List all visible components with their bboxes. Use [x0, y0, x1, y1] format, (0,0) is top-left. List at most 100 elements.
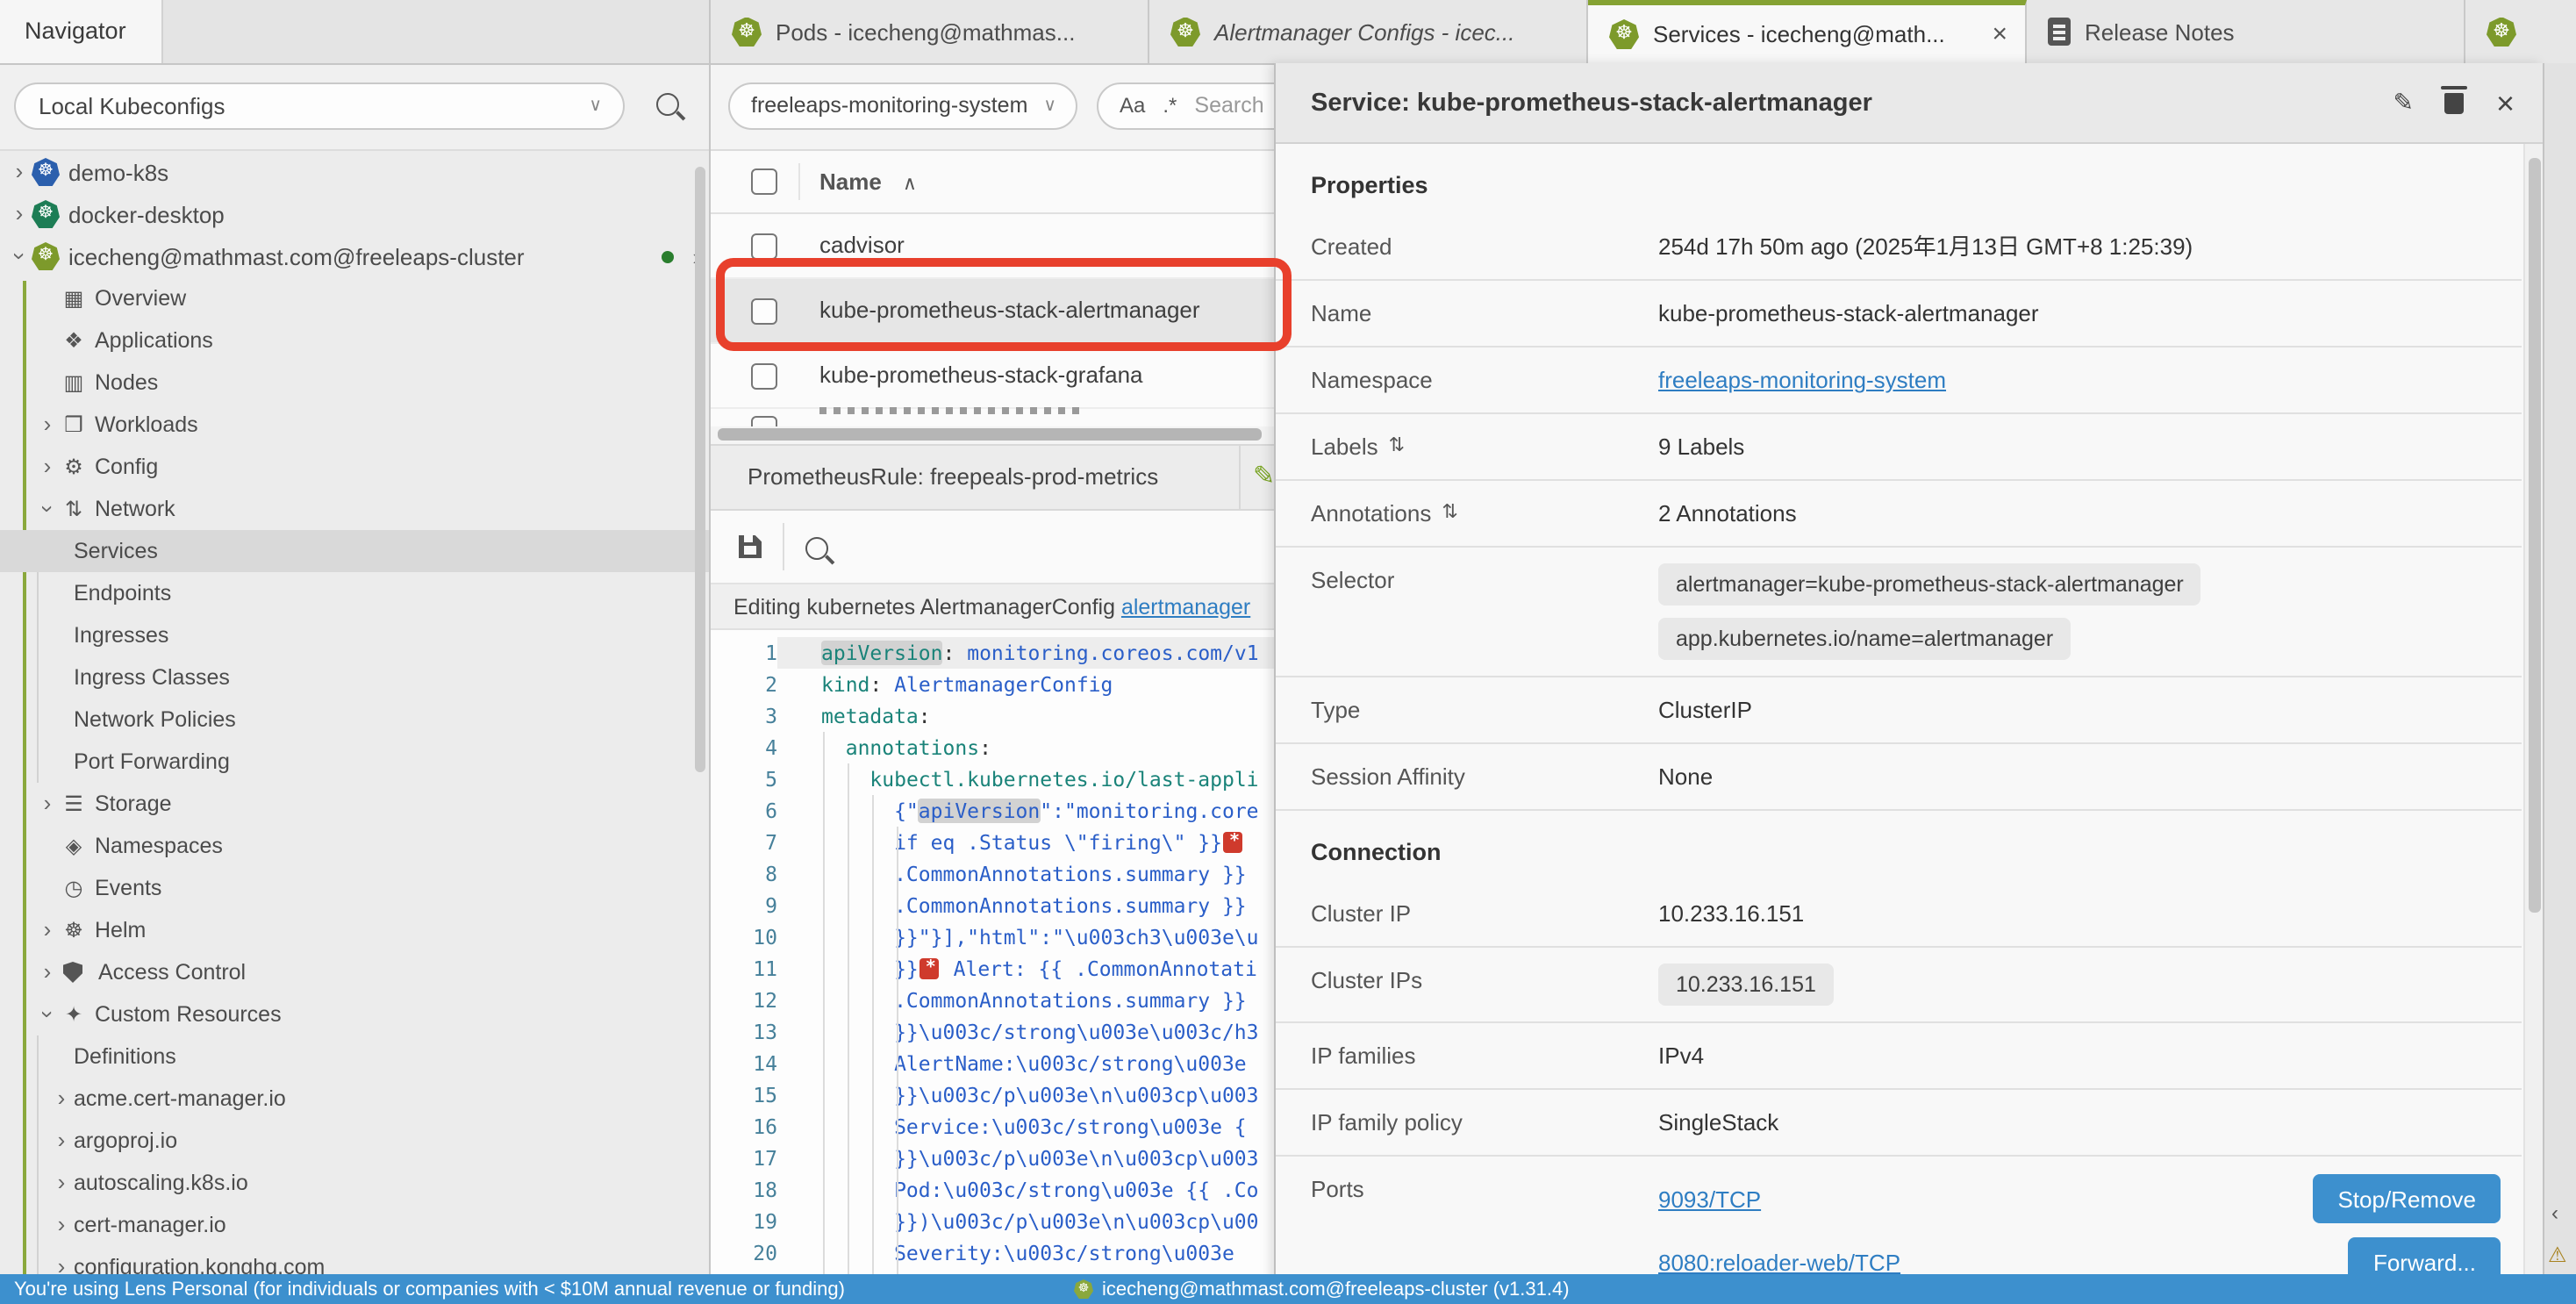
chevron-right-icon[interactable]: ›: [35, 497, 60, 521]
chevron-right-icon[interactable]: ›: [7, 244, 32, 269]
chevron-right-icon[interactable]: ›: [35, 960, 60, 985]
collapse-arrow-icon[interactable]: ‹: [2551, 1200, 2558, 1225]
sidebar-item[interactable]: › ☸ Nodes ›: [0, 362, 709, 404]
sidebar-item[interactable]: › ☸ Ingresses ›: [0, 614, 709, 656]
chevron-right-icon[interactable]: ›: [49, 1128, 74, 1153]
app-tab[interactable]: ☸ Pods - icecheng@mathmas...: [711, 0, 1149, 63]
sidebar-item[interactable]: › ☸ configuration.konghq.com ›: [0, 1246, 709, 1274]
sidebar-item-icon: [60, 284, 88, 312]
sidebar-item[interactable]: › ☸ acme.cert-manager.io ›: [0, 1078, 709, 1120]
sidebar-item-label: Ingresses: [74, 623, 168, 648]
regex-toggle[interactable]: .*: [1163, 84, 1177, 128]
line-number: 12: [711, 985, 777, 1016]
code-token: [1224, 832, 1243, 853]
detail-label: Namespace⇅: [1311, 363, 1658, 397]
sidebar-item[interactable]: › ☸ Storage ›: [0, 783, 709, 825]
sidebar-item[interactable]: › ☸ cert-manager.io ›: [0, 1204, 709, 1246]
chevron-right-icon[interactable]: ›: [35, 455, 60, 479]
sidebar-item[interactable]: › ☸ Network ›: [0, 488, 709, 530]
sidebar-item[interactable]: › ☸ Namespaces ›: [0, 825, 709, 867]
chevron-right-icon[interactable]: ›: [35, 792, 60, 816]
namespace-select[interactable]: freeleaps-monitoring-system ∨: [728, 82, 1077, 130]
code-token: }}: [821, 957, 919, 981]
edit-pencil-icon[interactable]: ✎: [2394, 88, 2414, 118]
alertmanager-config-link[interactable]: alertmanager: [1121, 595, 1250, 620]
drawer-actions: ✎ ×: [2394, 87, 2515, 118]
line-number: 19: [711, 1206, 777, 1237]
sidebar-item[interactable]: › ☸ Definitions ›: [0, 1035, 709, 1078]
sidebar-item[interactable]: › ☸ Overview ›: [0, 277, 709, 319]
sidebar-item-label: Namespaces: [95, 834, 223, 858]
match-case-toggle[interactable]: Aa: [1120, 84, 1145, 128]
navigator-tab[interactable]: Navigator: [0, 0, 163, 63]
sidebar-item-label: Config: [95, 455, 158, 479]
chevron-right-icon[interactable]: ›: [49, 1086, 74, 1111]
drawer-scrollbar-thumb[interactable]: [2529, 158, 2541, 913]
chevron-right-icon[interactable]: ›: [7, 202, 32, 226]
sidebar-item[interactable]: › ☸ Access Control ›: [0, 951, 709, 993]
chevron-right-icon[interactable]: ›: [49, 1213, 74, 1237]
code-token: Service:\u003c/strong\u003e {: [821, 1114, 1247, 1139]
chevron-right-icon[interactable]: ›: [49, 1171, 74, 1195]
sidebar-item[interactable]: › ☸ Helm ›: [0, 909, 709, 951]
tab-close-icon[interactable]: ×: [1981, 19, 2007, 49]
chevron-right-icon[interactable]: ›: [35, 918, 60, 942]
app-tab[interactable]: ☸: [2465, 0, 2576, 63]
editor-search-icon[interactable]: [805, 537, 828, 560]
sidebar-item[interactable]: › ☸ Services ›: [0, 530, 709, 572]
line-number: 2: [711, 669, 777, 700]
sidebar-item[interactable]: › ☸ icecheng@mathmast.com@freeleaps-clus…: [0, 235, 709, 277]
sidebar-item[interactable]: › ☸ Custom Resources ›: [0, 993, 709, 1035]
sidebar-item[interactable]: › ☸ docker-desktop ›: [0, 193, 709, 235]
horizontal-scrollbar-thumb[interactable]: [718, 428, 1262, 441]
sidebar-item-icon: [60, 832, 88, 860]
chevron-right-icon[interactable]: ›: [7, 160, 32, 184]
detail-value: 10.233.16.151: [1658, 964, 2501, 1006]
row-checkbox[interactable]: [751, 363, 777, 390]
sort-arrows-icon[interactable]: ⇅: [1442, 497, 1457, 530]
sidebar-item[interactable]: › ☸ Config ›: [0, 446, 709, 488]
code-token: [821, 767, 869, 792]
delete-trash-icon[interactable]: [2445, 92, 2465, 113]
app-tab[interactable]: ☸ Release Notes: [2027, 0, 2465, 63]
sidebar-item[interactable]: › ☸ Events ›: [0, 867, 709, 909]
sidebar-item[interactable]: › ☸ Workloads ›: [0, 404, 709, 446]
sidebar-item[interactable]: › ☸ Network Policies ›: [0, 699, 709, 741]
sidebar-scrollbar[interactable]: [695, 167, 705, 772]
close-icon[interactable]: ×: [2496, 87, 2515, 118]
edit-pencil-icon[interactable]: ✎: [1253, 460, 1275, 491]
column-divider: [798, 163, 800, 200]
sidebar-item[interactable]: › ☸ Applications ›: [0, 319, 709, 362]
sidebar-item[interactable]: › ☸ demo-k8s ›: [0, 151, 709, 193]
chevron-right-icon[interactable]: ›: [35, 1002, 60, 1027]
sidebar-item[interactable]: › ☸ Ingress Classes ›: [0, 656, 709, 699]
drawer-scrollbar[interactable]: [2523, 144, 2543, 1304]
port-action-button[interactable]: Stop/Remove: [2313, 1174, 2501, 1223]
detail-row: IP family policy⇅ SingleStack SingleStac…: [1276, 1090, 2522, 1157]
name-column-header[interactable]: Name∧: [819, 151, 917, 216]
sidebar-item[interactable]: › ☸ Endpoints ›: [0, 572, 709, 614]
divider: [1239, 446, 1241, 509]
sidebar-item[interactable]: › ☸ argoproj.io ›: [0, 1120, 709, 1162]
sidebar-item[interactable]: › ☸ autoscaling.k8s.io ›: [0, 1162, 709, 1204]
select-all-checkbox[interactable]: [751, 168, 777, 195]
sidebar-item[interactable]: › ☸ Port Forwarding ›: [0, 741, 709, 783]
section-title: Properties: [1311, 158, 2522, 214]
app-tab[interactable]: ☸ Services - icecheng@math... ×: [1588, 0, 2027, 63]
search-icon[interactable]: [656, 93, 679, 116]
chevron-right-icon[interactable]: ›: [49, 1255, 74, 1274]
chevron-right-icon[interactable]: ›: [35, 412, 60, 437]
value-link[interactable]: freeleaps-monitoring-system: [1658, 367, 1946, 393]
sort-arrows-icon[interactable]: ⇅: [1389, 430, 1405, 463]
kubernetes-icon: ☸: [2487, 17, 2516, 47]
sidebar-item-icon: [60, 326, 88, 355]
save-icon[interactable]: [739, 535, 762, 558]
kubeconfig-select[interactable]: Local Kubeconfigs ∨: [14, 82, 625, 130]
app-tab[interactable]: ☸ Alertmanager Configs - icec...: [1149, 0, 1588, 63]
port-link[interactable]: 9093/TCP: [1658, 1182, 1761, 1215]
shield-icon: [63, 962, 82, 983]
detail-value: alertmanager=kube-prometheus-stack-alert…: [1658, 563, 2501, 660]
code-token: Alert: {{ .CommonAnnotati: [941, 957, 1257, 981]
detail-row: Session Affinity⇅ None None: [1276, 744, 2522, 811]
row-checkbox[interactable]: [751, 233, 777, 260]
